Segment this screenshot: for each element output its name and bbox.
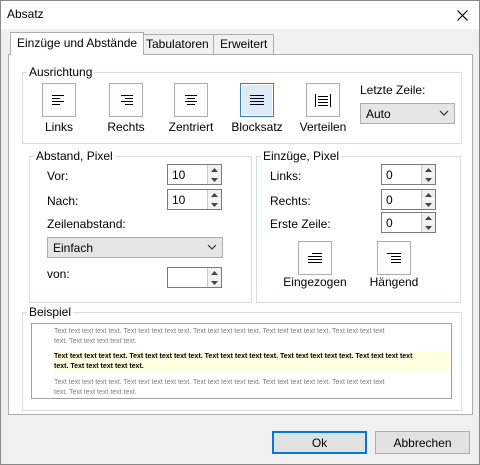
align-left-button[interactable] (42, 83, 76, 117)
einzug-rechts-value: 0 (386, 193, 393, 207)
erste-zeile-spinner[interactable]: 0 (381, 212, 436, 233)
chevron-down-icon (425, 225, 432, 230)
align-left-label: Links (44, 120, 73, 134)
einzug-links-label: Links: (270, 169, 302, 183)
von-spinner[interactable] (167, 267, 222, 288)
title-bar: Absatz (1, 1, 479, 29)
align-justify-button[interactable] (240, 83, 274, 117)
preview-gray-line: Text text text text text. Text text text… (54, 328, 385, 335)
vor-label: Vor: (47, 169, 69, 183)
letzte-zeile-label: Letzte Zeile: (360, 83, 426, 97)
cancel-button[interactable]: Abbrechen (375, 431, 470, 454)
align-right-icon (121, 95, 133, 105)
cancel-label: Abbrechen (393, 435, 452, 450)
spin-up-button[interactable] (422, 213, 435, 222)
close-button[interactable] (445, 1, 479, 29)
eingezogen-label: Eingezogen (283, 275, 347, 289)
preview-gray-line: Text text text text text. Text text text… (54, 379, 385, 386)
spin-up-button[interactable] (208, 190, 221, 199)
haengend-label: Hängend (369, 275, 419, 289)
beispiel-legend: Beispiel (29, 305, 72, 319)
chevron-down-icon (425, 202, 432, 207)
preview-gray-line: text. Text text text text text. (54, 338, 137, 345)
align-distribute-label: Verteilen (299, 120, 347, 134)
align-left-icon (52, 95, 64, 105)
chevron-down-icon (439, 110, 449, 116)
chevron-down-icon (211, 280, 218, 285)
align-justify-label: Blocksatz (231, 120, 283, 134)
chevron-up-icon (425, 192, 432, 197)
spin-down-button[interactable] (208, 200, 221, 209)
spin-up-button[interactable] (208, 268, 221, 277)
chevron-up-icon (211, 167, 218, 172)
tab-label: Erweitert (220, 37, 268, 51)
preview-gray-line: text. Text text text text text. (54, 389, 137, 396)
spin-up-button[interactable] (422, 165, 435, 174)
tab-tabulatoren[interactable]: Tabulatoren (139, 34, 216, 54)
chevron-up-icon (425, 167, 432, 172)
close-icon (456, 9, 468, 21)
vor-spinner[interactable]: 10 (167, 164, 222, 185)
einzuege-legend: Einzüge, Pixel (263, 149, 340, 163)
chevron-up-icon (425, 215, 432, 220)
chevron-down-icon (425, 177, 432, 182)
dialog-title: Absatz (7, 7, 44, 21)
chevron-down-icon (211, 177, 218, 182)
einzug-rechts-label: Rechts: (270, 194, 311, 208)
align-right-label: Rechts (107, 120, 145, 134)
tab-label: Einzüge und Abstände (17, 36, 138, 50)
nach-spinner[interactable]: 10 (167, 189, 222, 210)
align-center-label: Zentriert (168, 120, 214, 134)
align-justify-icon (250, 95, 264, 105)
nach-label: Nach: (47, 194, 79, 208)
chevron-down-icon (211, 202, 218, 207)
indent-first-line-button[interactable] (298, 241, 332, 275)
zeilenabstand-select[interactable]: Einfach (47, 237, 223, 258)
letzte-zeile-select[interactable]: Auto (360, 103, 455, 124)
spin-down-button[interactable] (208, 278, 221, 287)
erste-zeile-label: Erste Zeile: (270, 217, 331, 231)
hanging-indent-button[interactable] (377, 241, 411, 275)
spin-up-button[interactable] (208, 165, 221, 174)
first-line-indent-icon (308, 252, 322, 263)
preview-box: Text text text text text. Text text text… (31, 323, 452, 399)
spin-down-button[interactable] (422, 223, 435, 232)
preview-sample-line: Text text text text text. Text text text… (54, 352, 450, 362)
ausrichtung-legend: Ausrichtung (29, 65, 93, 79)
spin-up-button[interactable] (422, 190, 435, 199)
einzug-rechts-spinner[interactable]: 0 (381, 189, 436, 210)
einzug-links-spinner[interactable]: 0 (381, 164, 436, 185)
einzug-links-value: 0 (386, 168, 393, 182)
ok-label: Ok (311, 435, 328, 450)
tab-erweitert[interactable]: Erweitert (213, 34, 275, 54)
preview-sample-line: text. Text text text text text. (54, 362, 450, 372)
align-right-button[interactable] (109, 83, 143, 117)
vor-value: 10 (172, 168, 186, 182)
erste-zeile-value: 0 (386, 216, 393, 230)
tab-label: Tabulatoren (146, 37, 209, 51)
ok-button[interactable]: Ok (272, 431, 367, 454)
hanging-indent-icon (387, 252, 401, 263)
tab-einzuege-und-abstaende[interactable]: Einzüge und Abstände (10, 32, 145, 55)
chevron-up-icon (211, 270, 218, 275)
abstand-legend: Abstand, Pixel (36, 149, 113, 163)
nach-value: 10 (172, 193, 186, 207)
align-center-button[interactable] (174, 83, 208, 117)
chevron-down-icon (207, 244, 217, 250)
align-distribute-button[interactable] (306, 83, 340, 117)
paragraph-dialog: Absatz Einzüge und Abstände Tabulatoren … (0, 0, 480, 465)
align-distribute-icon (315, 93, 331, 107)
spin-down-button[interactable] (208, 175, 221, 184)
von-label: von: (47, 267, 70, 281)
chevron-up-icon (211, 192, 218, 197)
letzte-zeile-value: Auto (366, 107, 391, 121)
zeilenabstand-label: Zeilenabstand: (47, 217, 126, 231)
align-center-icon (185, 95, 197, 105)
spin-down-button[interactable] (422, 200, 435, 209)
zeilenabstand-value: Einfach (53, 241, 94, 255)
spin-down-button[interactable] (422, 175, 435, 184)
